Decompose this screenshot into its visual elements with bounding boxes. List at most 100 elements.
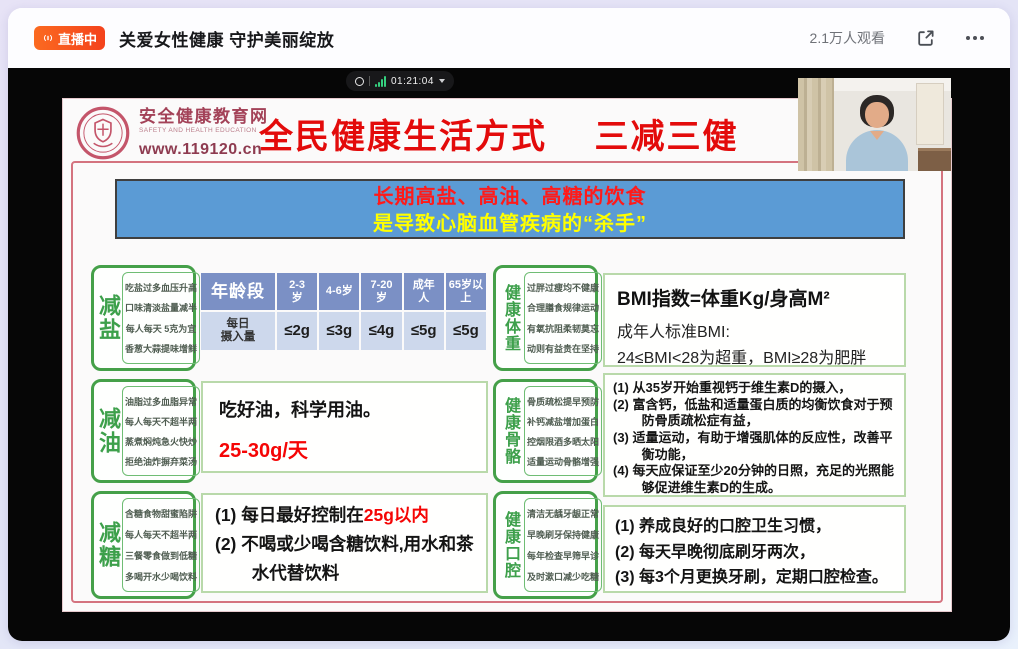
viewer-count: 2.1万人观看 <box>810 28 885 48</box>
reduce-sugar-line: 三餐零食做到低糖 <box>125 549 197 562</box>
table-value-cell: ≤2g <box>277 312 317 350</box>
presenter-webcam[interactable] <box>798 78 951 171</box>
reduce-oil-line: 拒绝油炸摒弃菜汤 <box>125 455 197 468</box>
table-value-cell: ≤5g <box>446 312 486 350</box>
more-button[interactable] <box>966 36 984 40</box>
healthy-weight-label: 健康体重 <box>498 272 522 364</box>
bmi-formula: BMI指数=体重Kg/身高M² <box>617 284 892 311</box>
oral-tips-box: (1) 养成良好的口腔卫生习惯， (2) 每天早晚彻底刷牙两次， (3) 每3个… <box>603 505 906 593</box>
healthy-weight-box: 健康体重 过胖过瘦均不健康 合理膳食规律运动 有氧抗阻柔韧莫忘 动则有益贵在坚持 <box>493 265 598 371</box>
org-logo-icon <box>75 105 131 161</box>
bmi-box: BMI指数=体重Kg/身高M² 成年人标准BMI: 24≤BMI<28为超重，B… <box>603 273 906 367</box>
bone-tip-item: (2) 富含钙，低盐和适量蛋白质的均衡饮食对于预防骨质疏松症有益， <box>613 397 896 430</box>
warning-banner: 长期高盐、高油、高糖的饮食 是导致心脑血管疾病的“杀手” <box>115 179 905 239</box>
reduce-salt-line: 口味清淡盐量减半 <box>125 301 197 314</box>
sugar-item-highlight: 25g以内 <box>364 505 429 525</box>
reduce-salt-line: 每人每天 5克为宜 <box>125 322 197 335</box>
video-player[interactable]: 01:21:04 安全健康教育网 SAFETY AND HEALTH EDUCA… <box>8 68 1010 641</box>
reduce-sugar-label: 减糖 <box>96 498 120 592</box>
reduce-oil-line: 每人每天不超半两 <box>125 415 197 428</box>
presenter-face <box>865 102 889 128</box>
slide-title: 全民健康生活方式 三减三健 <box>259 109 859 158</box>
app-window: 直播中 关爱女性健康 守护美丽绽放 2.1万人观看 01:21:04 <box>8 8 1010 641</box>
healthy-mouth-line: 每年检查早筛早诊 <box>527 549 599 562</box>
banner-line2: 是导致心脑血管疾病的“杀手” <box>117 211 903 238</box>
healthy-bones-line: 补钙减盐增加蛋白 <box>527 415 599 428</box>
org-website: www.119120.cn <box>139 142 269 158</box>
sugar-item-text: (1) 每日最好控制在 <box>215 505 364 525</box>
stream-status-pill[interactable]: 01:21:04 <box>346 71 454 91</box>
table-header-cell: 4-6岁 <box>319 273 359 310</box>
oil-amount: 25-30g/天 <box>219 434 470 463</box>
live-badge-label: 直播中 <box>58 29 97 48</box>
reduce-sugar-line: 多喝开水少喝饮料 <box>125 570 197 583</box>
healthy-mouth-label: 健康口腔 <box>498 498 522 592</box>
oral-tip-item: (1) 养成良好的口腔卫生习惯， <box>615 514 894 540</box>
live-badge: 直播中 <box>34 26 105 50</box>
presentation-slide: 安全健康教育网 SAFETY AND HEALTH EDUCATION www.… <box>62 98 952 612</box>
bone-tip-item: (1) 从35岁开始重视钙于维生素D的摄入， <box>613 380 896 397</box>
table-row-label: 每日 摄入量 <box>201 312 275 350</box>
oral-tip-item: (2) 每天早晚彻底刷牙两次， <box>615 540 894 566</box>
org-name: 安全健康教育网 <box>139 108 269 125</box>
healthy-bones-label: 健康骨骼 <box>498 386 522 476</box>
sugar-advice-item: (2) 不喝或少喝含糖饮料,用水和茶水代替饮料 <box>215 530 474 588</box>
table-header-cell: 2-3 岁 <box>277 273 317 310</box>
live-broadcast-icon <box>42 32 54 44</box>
table-row-label-line: 每日 <box>227 318 250 331</box>
table-header-cell: 65岁以 上 <box>446 273 486 310</box>
bmi-standard-label: 成年人标准BMI: <box>617 318 892 342</box>
bone-tips-box: (1) 从35岁开始重视钙于维生素D的摄入， (2) 富含钙，低盐和适量蛋白质的… <box>603 373 906 497</box>
bone-tip-item: (3) 适量运动，有助于增强肌体的反应性，改善平衡功能， <box>613 430 896 463</box>
reduce-oil-line: 油脂过多血脂异常 <box>125 395 197 408</box>
popout-button[interactable] <box>915 28 936 49</box>
table-value-cell: ≤4g <box>361 312 401 350</box>
banner-line1: 长期高盐、高油、高糖的饮食 <box>117 184 903 211</box>
reduce-salt-line: 香葱大蒜提味增鲜 <box>125 342 197 355</box>
bone-tip-item: (4) 每天应保证至少20分钟的日照，充足的光照能够促进维生素D的生成。 <box>613 463 896 496</box>
table-header-cell: 7-20 岁 <box>361 273 401 310</box>
sugar-advice-box: (1) 每日最好控制在25g以内 (2) 不喝或少喝含糖饮料,用水和茶水代替饮料 <box>201 493 488 593</box>
healthy-mouth-line: 早晚刷牙保持健康 <box>527 528 599 541</box>
reduce-oil-box: 减油 油脂过多血脂异常 每人每天不超半两 蒸煮焖炖急火快炒 拒绝油炸摒弃菜汤 <box>91 379 196 483</box>
stream-header: 直播中 关爱女性健康 守护美丽绽放 2.1万人观看 <box>8 8 1010 68</box>
page-title: 关爱女性健康 守护美丽绽放 <box>119 26 334 51</box>
reduce-sugar-line: 含糖食物甜蜜陷阱 <box>125 507 197 520</box>
signal-strength-icon <box>375 76 386 87</box>
reduce-oil-line: 蒸煮焖炖急火快炒 <box>125 435 197 448</box>
healthy-weight-line: 动则有益贵在坚持 <box>527 342 599 355</box>
elapsed-time: 01:21:04 <box>391 76 434 87</box>
webcam-furniture <box>918 148 951 171</box>
webcam-curtain <box>798 78 834 171</box>
reduce-salt-label: 减盐 <box>96 272 120 364</box>
oil-advice-text: 吃好油，科学用油。 <box>219 396 470 422</box>
reduce-sugar-box: 减糖 含糖食物甜蜜陷阱 每人每天不超半两 三餐零食做到低糖 多喝开水少喝饮料 <box>91 491 196 599</box>
bmi-standard-values: 24≤BMI<28为超重，BMI≥28为肥胖 <box>617 344 892 368</box>
table-header-cell: 年龄段 <box>201 273 275 310</box>
healthy-mouth-line: 清洁无龋牙龈正常 <box>527 507 599 520</box>
org-logo-text: 安全健康教育网 SAFETY AND HEALTH EDUCATION www.… <box>139 108 269 158</box>
reduce-sugar-line: 每人每天不超半两 <box>125 528 197 541</box>
reduce-oil-label: 减油 <box>96 386 120 476</box>
healthy-weight-line: 过胖过瘦均不健康 <box>527 281 599 294</box>
oil-advice-box: 吃好油，科学用油。 25-30g/天 <box>201 381 488 473</box>
more-icon <box>966 36 984 40</box>
salt-intake-table: 年龄段 2-3 岁 4-6岁 7-20 岁 成年 人 65岁以 上 每日 摄入量… <box>201 273 486 350</box>
table-value-cell: ≤3g <box>319 312 359 350</box>
chevron-down-icon <box>439 79 445 83</box>
healthy-weight-line: 有氧抗阻柔韧莫忘 <box>527 322 599 335</box>
popout-icon <box>915 28 936 49</box>
healthy-mouth-box: 健康口腔 清洁无龋牙龈正常 早晚刷牙保持健康 每年检查早筛早诊 及时漱口减少吃糖 <box>493 491 598 599</box>
healthy-bones-line: 控烟限酒多晒太阳 <box>527 435 599 448</box>
healthy-bones-line: 骨质疏松提早预防 <box>527 395 599 408</box>
table-value-cell: ≤5g <box>404 312 444 350</box>
healthy-weight-line: 合理膳食规律运动 <box>527 301 599 314</box>
table-header-cell: 成年 人 <box>404 273 444 310</box>
org-name-en: SAFETY AND HEALTH EDUCATION <box>139 128 269 135</box>
table-row-label-line: 摄入量 <box>221 331 256 344</box>
healthy-bones-line: 适量运动骨骼增强 <box>527 455 599 468</box>
webcam-door <box>916 83 944 145</box>
healthy-mouth-line: 及时漱口减少吃糖 <box>527 570 599 583</box>
reduce-salt-box: 减盐 吃盐过多血压升高 口味清淡盐量减半 每人每天 5克为宜 香葱大蒜提味增鲜 <box>91 265 196 371</box>
sugar-advice-item: (1) 每日最好控制在25g以内 <box>215 501 474 530</box>
